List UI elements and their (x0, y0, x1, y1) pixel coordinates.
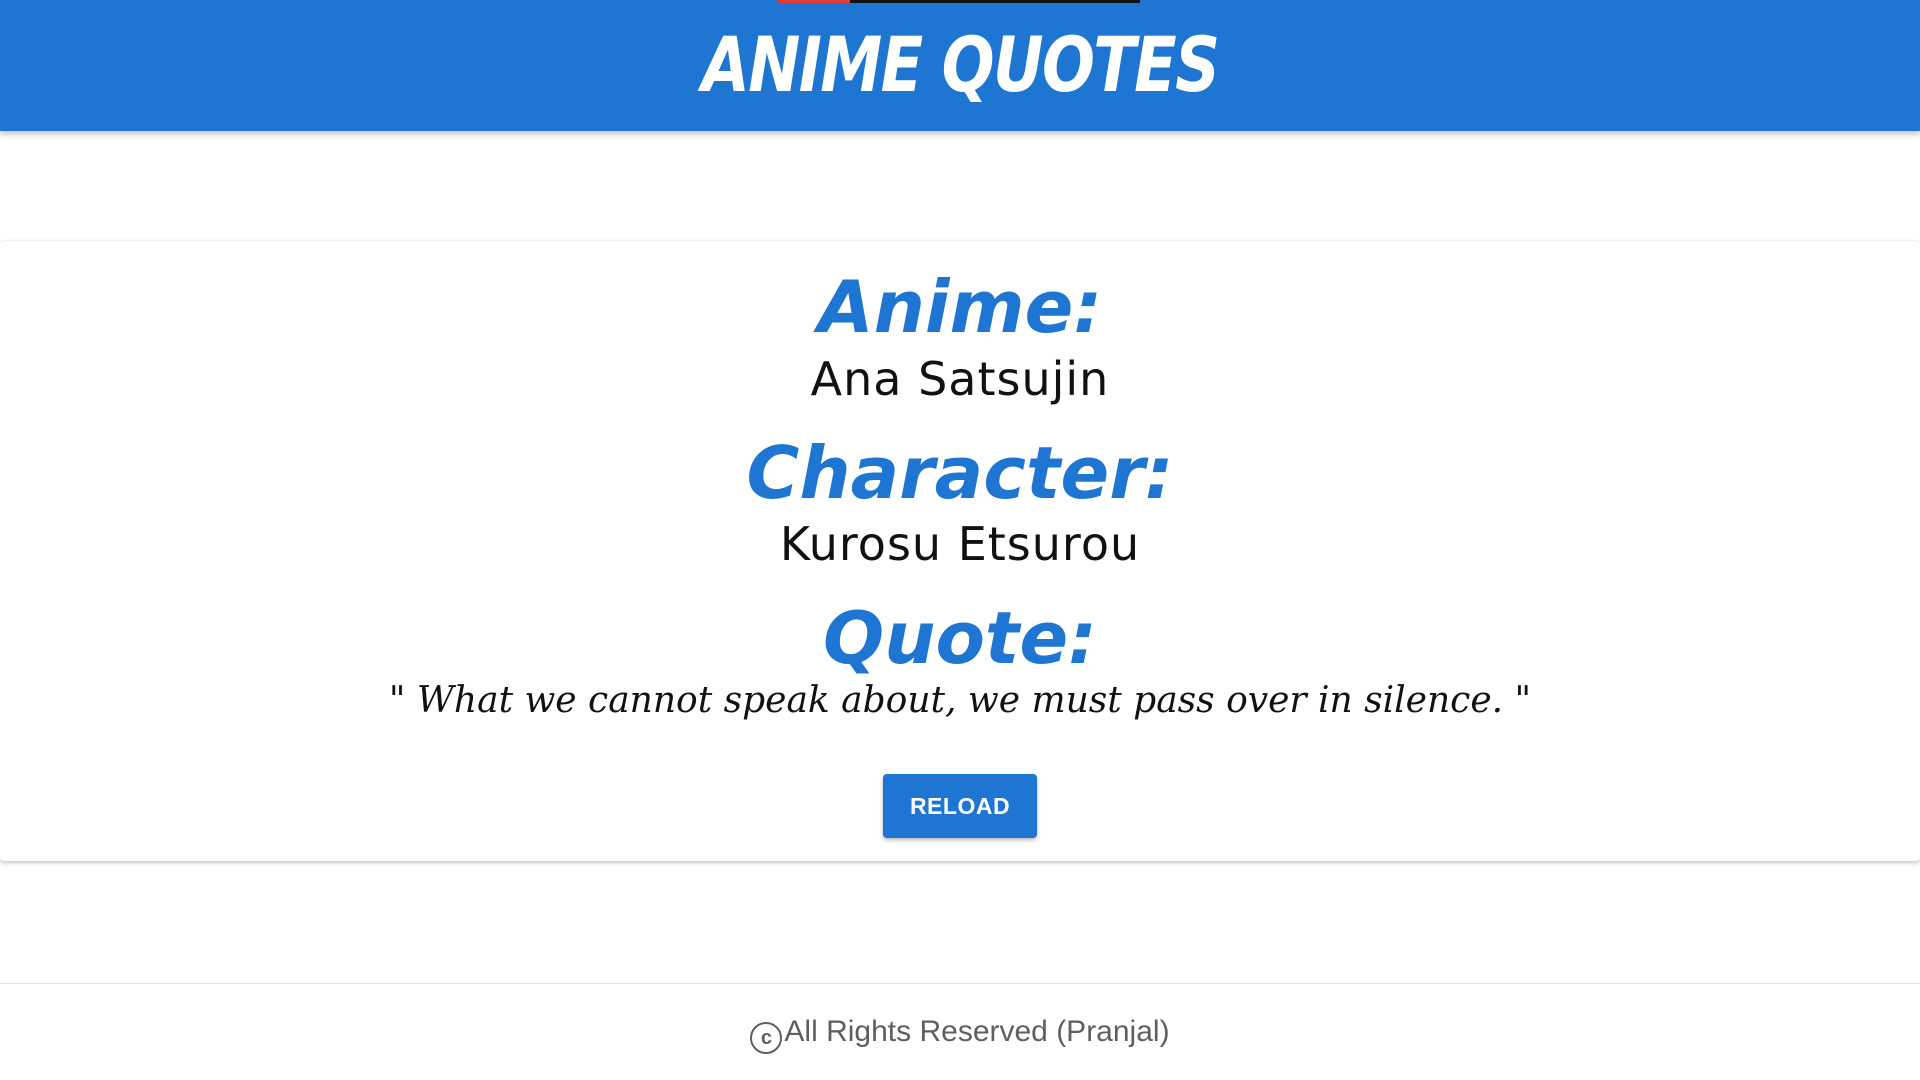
quote-card: Anime: Ana Satsujin Character: Kurosu Et… (0, 241, 1920, 861)
top-strip-accent (778, 0, 850, 3)
reload-button[interactable]: RELOAD (883, 774, 1037, 838)
footer-text: All Rights Reserved (Pranjal) (784, 1015, 1170, 1048)
character-value: Kurosu Etsurou (779, 517, 1141, 571)
copyright-icon: c (750, 1022, 783, 1054)
footer: c All Rights Reserved (Pranjal) (0, 1010, 1920, 1054)
site-title: ANIME QUOTES (701, 20, 1220, 109)
quote-label: Quote: (823, 596, 1097, 680)
anime-value: Ana Satsujin (810, 352, 1110, 406)
quote-text: " What we cannot speak about, we must pa… (388, 680, 1532, 721)
app-bar: ANIME QUOTES (0, 0, 1920, 131)
character-label: Character: (746, 431, 1174, 515)
anime-label: Anime: (817, 265, 1103, 349)
top-strip (778, 0, 1140, 3)
footer-divider (0, 983, 1920, 984)
